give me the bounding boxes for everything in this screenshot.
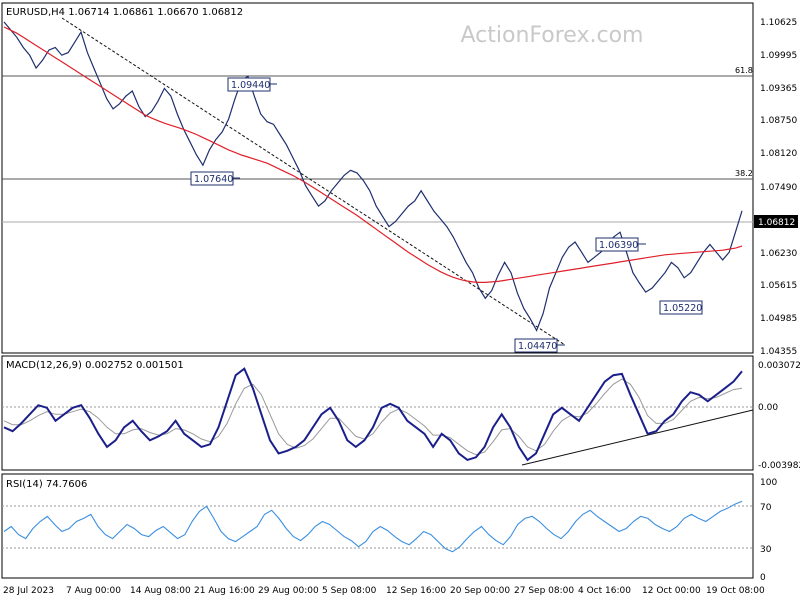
price-tick-label: 1.04355 bbox=[760, 347, 797, 357]
callout-label: 1.06390 bbox=[599, 240, 638, 251]
rsi-panel-frame bbox=[1, 473, 754, 579]
chart-svg: ActionForex.com EURUSD,H4 1.06714 1.0686… bbox=[1, 2, 800, 596]
macd-tick-label: -0.003982 bbox=[758, 461, 800, 471]
x-tick-label: 19 Oct 08:00 bbox=[706, 586, 765, 596]
callout-label: 1.07640 bbox=[194, 174, 233, 185]
price-title: EURUSD,H4 1.06714 1.06861 1.06670 1.0681… bbox=[6, 7, 243, 18]
rsi-line bbox=[3, 500, 743, 553]
price-tick-label: 1.04985 bbox=[760, 314, 797, 324]
x-tick-label: 5 Sep 08:00 bbox=[322, 586, 377, 596]
callout: 1.07640 bbox=[190, 171, 240, 186]
macd-signal-line bbox=[3, 378, 743, 456]
price-series-line bbox=[3, 21, 743, 332]
price-tick-label: 1.05615 bbox=[760, 281, 797, 291]
price-tick-label: 1.09365 bbox=[760, 84, 797, 94]
x-tick-label: 12 Oct 00:00 bbox=[642, 586, 701, 596]
fib-level-38-2-label: 38.2 bbox=[735, 169, 753, 178]
callout: 1.09440 bbox=[227, 77, 277, 92]
x-tick-label: 4 Oct 16:00 bbox=[578, 586, 631, 596]
macd-tick-label: 0.003072 bbox=[758, 361, 800, 371]
rsi-tick-label: 100 bbox=[760, 478, 777, 488]
price-tick-label: 1.10625 bbox=[760, 18, 797, 28]
callout: 1.06390 bbox=[595, 237, 646, 252]
rsi-tick-label: 70 bbox=[760, 503, 772, 513]
price-trendline bbox=[61, 17, 566, 346]
price-tick-label: 1.07490 bbox=[760, 183, 797, 193]
rsi-tick-label: 0 bbox=[760, 573, 766, 583]
macd-title: MACD(12,26,9) 0.002752 0.001501 bbox=[6, 360, 184, 371]
x-tick-label: 20 Sep 00:00 bbox=[450, 586, 510, 596]
x-tick-label: 14 Aug 08:00 bbox=[130, 586, 191, 596]
x-tick-label: 21 Aug 16:00 bbox=[194, 586, 255, 596]
price-y-axis: 1.10625 1.09995 1.09365 1.08750 1.08120 … bbox=[754, 18, 798, 357]
rsi-tick-label: 30 bbox=[760, 545, 772, 555]
rsi-title: RSI(14) 74.7606 bbox=[6, 479, 87, 490]
x-tick-label: 29 Aug 00:00 bbox=[258, 586, 319, 596]
callout-label: 1.04470 bbox=[518, 341, 557, 352]
x-tick-label: 27 Sep 08:00 bbox=[514, 586, 574, 596]
x-tick-label: 28 Jul 2023 bbox=[3, 586, 54, 596]
macd-tick-label: 0.00 bbox=[758, 403, 778, 413]
price-tick-label: 1.08750 bbox=[760, 116, 797, 126]
x-tick-label: 7 Aug 00:00 bbox=[66, 586, 121, 596]
callout-label: 1.09440 bbox=[231, 80, 270, 91]
callout: 1.05220 bbox=[659, 300, 703, 315]
x-tick-label: 12 Sep 16:00 bbox=[386, 586, 446, 596]
macd-line bbox=[3, 367, 743, 462]
price-tick-label: 1.06230 bbox=[760, 249, 797, 259]
chart-window: ActionForex.com EURUSD,H4 1.06714 1.0686… bbox=[0, 0, 800, 600]
price-tick-label: 1.09995 bbox=[760, 51, 797, 61]
macd-trendline bbox=[521, 409, 754, 466]
callout-label: 1.05220 bbox=[663, 303, 702, 314]
callout: 1.04470 bbox=[514, 338, 565, 353]
price-tick-label: 1.08120 bbox=[760, 149, 797, 159]
last-price-label: 1.06812 bbox=[758, 218, 795, 228]
macd-panel-frame bbox=[1, 355, 754, 471]
fib-level-61-8-label: 61.8 bbox=[735, 66, 753, 75]
watermark: ActionForex.com bbox=[461, 23, 644, 48]
x-axis: 28 Jul 2023 7 Aug 00:00 14 Aug 08:00 21 … bbox=[3, 586, 765, 596]
price-panel-frame bbox=[1, 2, 754, 354]
